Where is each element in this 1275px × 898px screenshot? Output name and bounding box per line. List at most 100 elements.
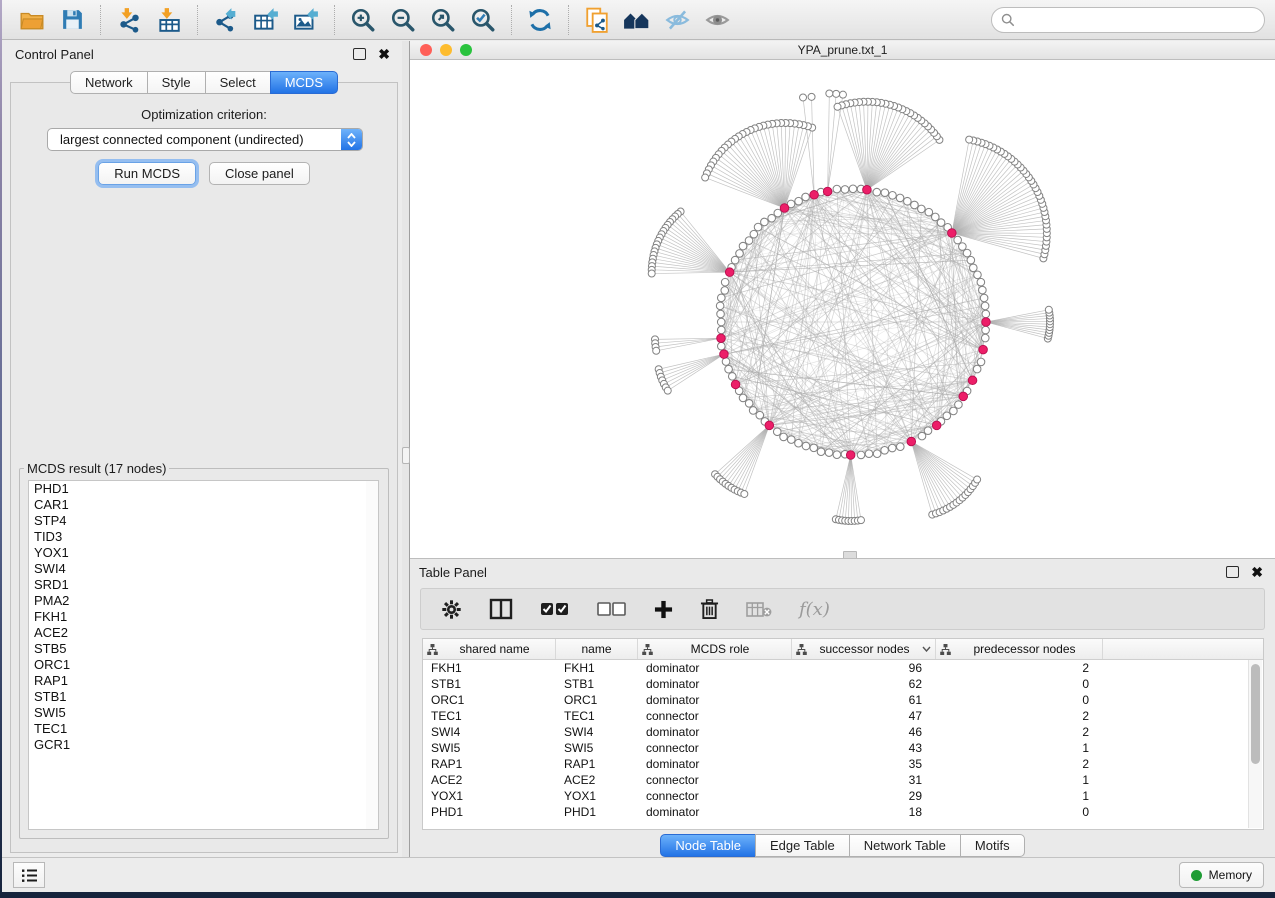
mcds-result-item[interactable]: PHD1 — [29, 481, 366, 497]
table-row[interactable]: SWI5SWI5connector431 — [423, 740, 1263, 756]
table-row[interactable]: STB1STB1dominator620 — [423, 676, 1263, 692]
export-image-button[interactable] — [286, 3, 326, 37]
zoom-in-icon — [350, 7, 376, 33]
tab-motifs[interactable]: Motifs — [960, 834, 1025, 857]
first-neighbors-button[interactable] — [617, 3, 657, 37]
table-cell: 61 — [792, 693, 936, 707]
mcds-result-item[interactable]: STB1 — [29, 689, 366, 705]
mcds-result-item[interactable]: TEC1 — [29, 721, 366, 737]
zoom-in-button[interactable] — [343, 3, 383, 37]
tab-style[interactable]: Style — [147, 71, 206, 94]
zoom-fit-button[interactable] — [423, 3, 463, 37]
network-titlebar: YPA_prune.txt_1 — [410, 41, 1275, 60]
close-panel-icon[interactable]: ✖ — [378, 47, 390, 61]
splitter-handle[interactable] — [402, 447, 410, 464]
save-icon — [60, 7, 85, 32]
maximize-window-icon[interactable] — [460, 44, 472, 56]
mcds-list-scrollbar[interactable] — [366, 480, 379, 830]
copy-network-icon — [584, 7, 610, 33]
table-cell: 46 — [792, 725, 936, 739]
network-canvas[interactable] — [410, 60, 1275, 558]
export-network-button[interactable] — [206, 3, 246, 37]
eye-slash-icon — [664, 7, 691, 33]
import-table-icon — [156, 7, 182, 33]
table-scrollbar-thumb[interactable] — [1251, 664, 1260, 764]
select-all-checkboxes-icon[interactable] — [540, 601, 570, 617]
table-row[interactable]: TEC1TEC1connector472 — [423, 708, 1263, 724]
table-cell: dominator — [638, 693, 792, 707]
mcds-result-item[interactable]: SWI4 — [29, 561, 366, 577]
mcds-result-item[interactable]: YOX1 — [29, 545, 366, 561]
minimize-window-icon[interactable] — [440, 44, 452, 56]
table-row[interactable]: ORC1ORC1dominator610 — [423, 692, 1263, 708]
export-table-button[interactable] — [246, 3, 286, 37]
function-builder-icon: f(x) — [799, 599, 830, 620]
mcds-result-item[interactable]: SWI5 — [29, 705, 366, 721]
float-panel-icon[interactable] — [353, 48, 366, 60]
copy-network-button[interactable] — [577, 3, 617, 37]
table-cell: STB1 — [556, 677, 638, 691]
tab-select[interactable]: Select — [205, 71, 271, 94]
mcds-result-item[interactable]: RAP1 — [29, 673, 366, 689]
show-panels-button[interactable] — [13, 862, 45, 888]
zoom-selected-icon — [470, 7, 496, 33]
search-input[interactable] — [1021, 11, 1255, 28]
delete-column-icon[interactable] — [700, 599, 719, 620]
memory-button[interactable]: Memory — [1179, 862, 1264, 888]
column-header-successor-nodes[interactable]: successor nodes — [792, 639, 936, 659]
refresh-button[interactable] — [520, 3, 560, 37]
hide-selected-button[interactable] — [657, 3, 697, 37]
table-cell: 2 — [936, 709, 1103, 723]
mcds-result-item[interactable]: STB5 — [29, 641, 366, 657]
column-header-predecessor-nodes[interactable]: predecessor nodes — [936, 639, 1103, 659]
save-session-button[interactable] — [52, 3, 92, 37]
column-header-empty — [1103, 639, 1263, 659]
table-row[interactable]: RAP1RAP1dominator352 — [423, 756, 1263, 772]
mcds-result-item[interactable]: STP4 — [29, 513, 366, 529]
deselect-all-checkboxes-icon[interactable] — [597, 601, 627, 617]
table-row[interactable]: YOX1YOX1connector291 — [423, 788, 1263, 804]
table-row[interactable]: PHD1PHD1dominator180 — [423, 804, 1263, 820]
settings-gear-icon[interactable] — [441, 599, 462, 620]
close-panel-button[interactable]: Close panel — [209, 162, 310, 185]
table-cell: RAP1 — [423, 757, 556, 771]
table-cell: 18 — [792, 805, 936, 819]
optimization-criterion-select[interactable]: largest connected component (undirected) — [47, 128, 363, 151]
tab-node-table[interactable]: Node Table — [660, 834, 756, 857]
column-header-mcds-role[interactable]: MCDS role — [638, 639, 792, 659]
mcds-result-item[interactable]: TID3 — [29, 529, 366, 545]
close-panel-icon[interactable]: ✖ — [1251, 565, 1263, 579]
mcds-result-item[interactable]: FKH1 — [29, 609, 366, 625]
zoom-selected-button[interactable] — [463, 3, 503, 37]
mcds-result-item[interactable]: SRD1 — [29, 577, 366, 593]
panel-splitter[interactable] — [402, 41, 410, 857]
mcds-result-item[interactable]: CAR1 — [29, 497, 366, 513]
close-window-icon[interactable] — [420, 44, 432, 56]
column-header-shared-name[interactable]: shared name — [423, 639, 556, 659]
import-network-button[interactable] — [109, 3, 149, 37]
table-row[interactable]: SWI4SWI4dominator462 — [423, 724, 1263, 740]
column-header-name[interactable]: name — [556, 639, 638, 659]
float-panel-icon[interactable] — [1226, 566, 1239, 578]
mcds-result-item[interactable]: ORC1 — [29, 657, 366, 673]
table-row[interactable]: ACE2ACE2connector311 — [423, 772, 1263, 788]
export-network-icon — [213, 7, 239, 33]
tab-mcds[interactable]: MCDS — [270, 71, 338, 94]
mcds-result-item[interactable]: ACE2 — [29, 625, 366, 641]
tab-network[interactable]: Network — [70, 71, 148, 94]
network-view-window: YPA_prune.txt_1 — [410, 41, 1275, 558]
add-column-icon[interactable] — [654, 600, 673, 619]
mcds-result-item[interactable]: PMA2 — [29, 593, 366, 609]
open-file-button[interactable] — [12, 3, 52, 37]
import-table-button[interactable] — [149, 3, 189, 37]
show-all-button[interactable] — [697, 3, 737, 37]
table-row[interactable]: FKH1FKH1dominator962 — [423, 660, 1263, 676]
table-scrollbar[interactable] — [1248, 660, 1262, 828]
control-panel-title: Control Panel — [6, 47, 94, 62]
tab-network-table[interactable]: Network Table — [849, 834, 961, 857]
run-mcds-button[interactable]: Run MCDS — [98, 162, 196, 185]
column-visibility-icon[interactable] — [489, 598, 513, 620]
zoom-out-button[interactable] — [383, 3, 423, 37]
mcds-result-item[interactable]: GCR1 — [29, 737, 366, 753]
tab-edge-table[interactable]: Edge Table — [755, 834, 850, 857]
